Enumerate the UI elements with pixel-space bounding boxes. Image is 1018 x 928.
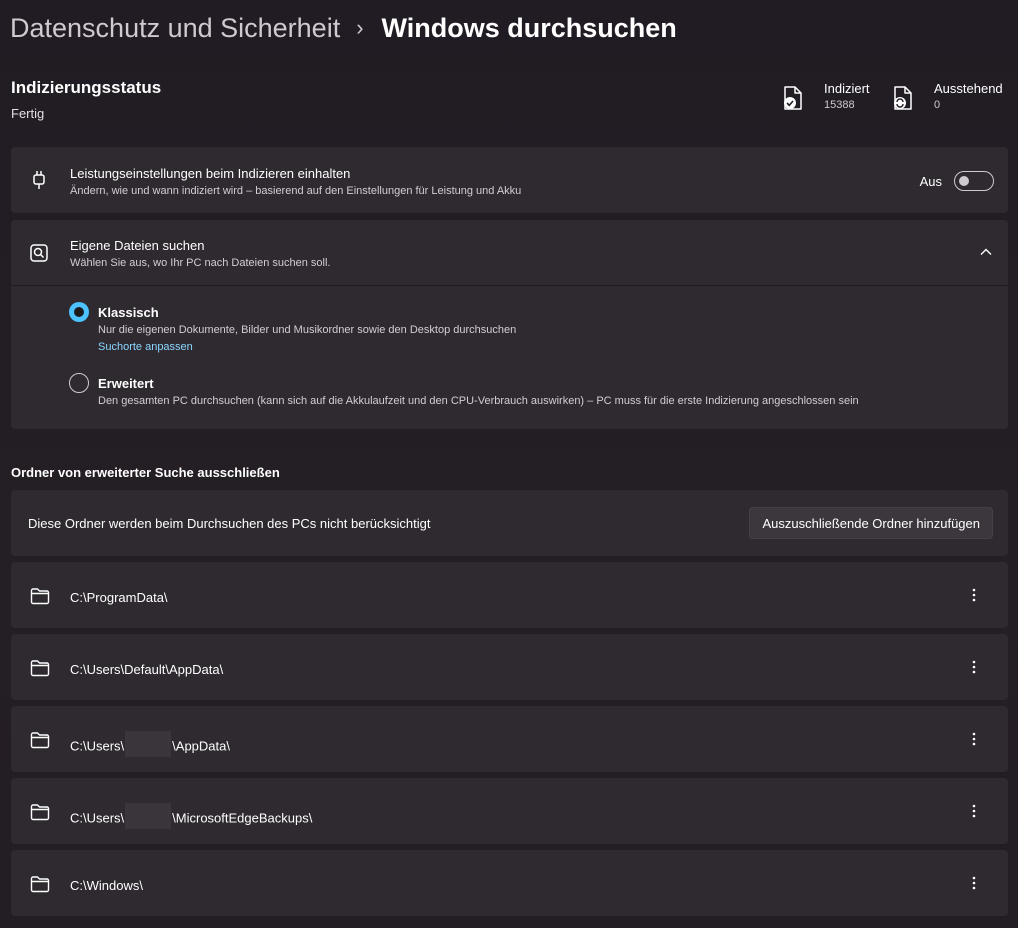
radio-dot [74,307,84,317]
performance-toggle[interactable] [954,171,994,191]
indexing-status: Indizierungsstatus Fertig Indiziert 1538… [11,78,1008,128]
find-files-description: Wählen Sie aus, wo Ihr PC nach Dateien s… [70,257,331,269]
more-options-icon[interactable] [966,803,982,819]
page-title: Windows durchsuchen [381,12,677,43]
toggle-knob [959,176,969,186]
file-sync-icon [894,86,912,110]
option-classic-description: Nur die eigenen Dokumente, Bilder und Mu… [98,324,517,336]
find-files-card: Eigene Dateien suchen Wählen Sie aus, wo… [11,220,1008,429]
toggle-state-label: Aus [919,174,942,189]
folder-row: C:\Windows\ [11,850,1008,916]
performance-description: Ändern, wie und wann indiziert wird – ba… [70,185,522,197]
option-classic-title: Klassisch [98,305,159,320]
indexing-status-title: Indizierungsstatus [11,78,162,97]
more-options-icon[interactable] [966,731,982,747]
search-file-icon [30,244,48,262]
file-check-icon [784,86,802,110]
folder-icon [30,588,50,605]
more-options-icon[interactable] [966,659,982,675]
exclude-section-title: Ordner von erweiterter Suche ausschließe… [11,465,280,480]
find-files-header[interactable]: Eigene Dateien suchen Wählen Sie aus, wo… [11,220,1008,286]
breadcrumb-parent[interactable]: Datenschutz und Sicherheit [10,13,340,44]
power-plug-icon [33,171,45,189]
pending-label: Ausstehend [934,81,1003,96]
folder-path: C:\Users\ \AppData\ [70,731,230,760]
more-options-icon[interactable] [966,587,982,603]
indexed-label: Indiziert [824,81,870,96]
customize-search-locations-link[interactable]: Suchorte anpassen [98,341,193,353]
folder-path: C:\ProgramData\ [70,590,168,605]
add-excluded-folder-button[interactable]: Auszuschließende Ordner hinzufügen [749,507,993,539]
redacted-username [125,803,172,829]
exclude-info-text: Diese Ordner werden beim Durchsuchen des… [28,516,431,531]
option-enhanced-title: Erweitert [98,376,154,391]
breadcrumb: Datenschutz und Sicherheit › Windows dur… [10,10,677,46]
chevron-right-icon: › [356,15,364,40]
performance-title: Leistungseinstellungen beim Indizieren e… [70,166,351,181]
folder-path: C:\Windows\ [70,878,143,893]
pending-value: 0 [934,99,941,111]
folder-path: C:\Users\ \MicrosoftEdgeBackups\ [70,803,312,832]
exclude-info-card: Diese Ordner werden beim Durchsuchen des… [11,490,1008,556]
redacted-username [125,731,172,757]
performance-settings-card: Leistungseinstellungen beim Indizieren e… [11,147,1008,213]
folder-icon [30,660,50,677]
folder-row: C:\ProgramData\ [11,562,1008,628]
folder-icon [30,732,50,749]
find-files-title: Eigene Dateien suchen [70,238,205,253]
radio-enhanced[interactable] [69,373,89,393]
pending-stat: Ausstehend 0 [892,81,1003,111]
radio-classic[interactable] [69,302,89,322]
folder-path: C:\Users\Default\AppData\ [70,662,224,677]
folder-row: C:\Users\ \MicrosoftEdgeBackups\ [11,778,1008,844]
folder-row: C:\Users\Default\AppData\ [11,634,1008,700]
option-enhanced-description: Den gesamten PC durchsuchen (kann sich a… [98,395,859,407]
folder-icon [30,876,50,893]
folder-row: C:\Users\ \AppData\ [11,706,1008,772]
indexing-status-value: Fertig [11,106,45,121]
indexed-stat: Indiziert 15388 [782,81,870,111]
indexed-value: 15388 [824,99,855,111]
chevron-up-icon[interactable] [980,246,992,258]
more-options-icon[interactable] [966,875,982,891]
folder-icon [30,804,50,821]
